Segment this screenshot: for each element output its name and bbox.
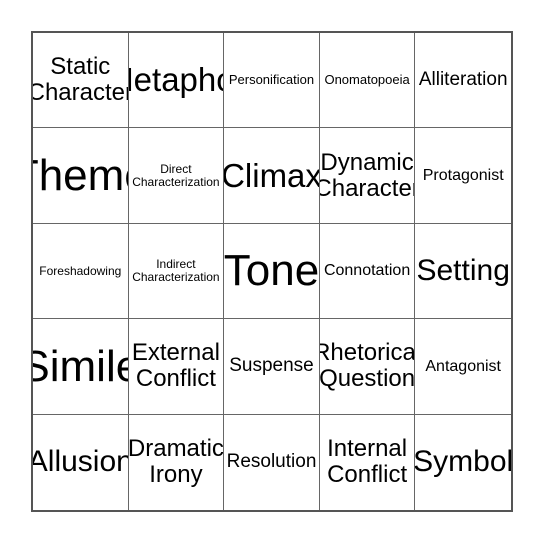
bingo-cell-label: Antagonist (425, 357, 501, 375)
bingo-cell-label: Dramatic Irony (128, 435, 224, 489)
bingo-cell-label: Tone (224, 246, 320, 296)
bingo-cell-r1c4[interactable]: Onomatopoeia (319, 33, 416, 129)
bingo-cell-r3c3[interactable]: Tone (224, 223, 320, 320)
bingo-cell-r5c5[interactable]: Symbol (415, 415, 511, 510)
bingo-cell-r3c5[interactable]: Setting (415, 224, 511, 320)
bingo-cell-label: Static Character (33, 53, 129, 107)
bingo-cell-label: Metaphor (129, 61, 224, 99)
bingo-cell-label: Connotation (323, 262, 411, 280)
bingo-cell-label: Allusion (33, 445, 129, 479)
bingo-cell-label: External Conflict (131, 339, 220, 393)
bingo-cell-r3c1[interactable]: Foreshadowing (33, 223, 129, 320)
bingo-cell-r2c5[interactable]: Protagonist (415, 128, 511, 224)
bingo-cell-r2c4[interactable]: Dynamic Character (319, 128, 416, 224)
bingo-cell-label: Indirect Characterization (132, 257, 220, 284)
bingo-cell-label: Protagonist (422, 166, 504, 184)
bingo-cell-r3c4[interactable]: Connotation (319, 223, 416, 320)
bingo-cell-label: Symbol (415, 445, 511, 479)
bingo-cell-r2c3[interactable]: Climax (224, 128, 320, 224)
bingo-cell-label: Personification (228, 72, 315, 88)
bingo-cell-label: Rhetorical Question (319, 339, 416, 393)
bingo-cell-r5c3[interactable]: Resolution (224, 414, 320, 510)
bingo-cell-label: Foreshadowing (39, 263, 122, 278)
bingo-cell-r2c2[interactable]: Direct Characterization (128, 128, 225, 224)
bingo-cell-r4c1[interactable]: Simile (33, 319, 129, 415)
bingo-cell-r4c3[interactable]: Suspense (224, 319, 320, 415)
bingo-cell-r5c2[interactable]: Dramatic Irony (128, 414, 225, 510)
bingo-cell-label: Resolution (226, 451, 317, 473)
bingo-cell-r1c2[interactable]: Metaphor (128, 33, 225, 129)
bingo-cell-label: Dynamic Character (319, 148, 416, 202)
bingo-cell-r1c3[interactable]: Personification (224, 33, 320, 129)
bingo-cell-label: Setting (416, 253, 510, 287)
bingo-card-grid: Static CharacterMetaphorPersonification O… (31, 31, 513, 512)
bingo-cell-r1c5[interactable]: Alliteration (415, 33, 511, 129)
bingo-cell-r5c1[interactable]: Allusion (33, 414, 129, 510)
bingo-cell-r4c4[interactable]: Rhetorical Question (319, 319, 416, 415)
bingo-cell-label: Internal Conflict (327, 435, 408, 489)
bingo-cell-r5c4[interactable]: Internal Conflict (320, 414, 416, 510)
bingo-cell-r2c1[interactable]: Theme (33, 128, 129, 224)
bingo-cell-r4c5[interactable]: Antagonist (415, 319, 511, 415)
bingo-cell-label: Simile (33, 341, 128, 391)
bingo-cell-label: Theme (33, 150, 128, 200)
bingo-cell-label: Alliteration (418, 68, 508, 90)
bingo-cell-r1c1[interactable]: Static Character (33, 33, 129, 129)
bingo-cell-label: Direct Characterization (132, 161, 220, 189)
bingo-cell-label: Climax (224, 156, 320, 194)
bingo-cell-label: Onomatopoeia (324, 72, 410, 88)
bingo-cell-label: Suspense (229, 355, 314, 377)
bingo-cell-r4c2[interactable]: External Conflict (128, 319, 225, 415)
bingo-cell-r3c2[interactable]: Indirect Characterization (128, 223, 225, 320)
